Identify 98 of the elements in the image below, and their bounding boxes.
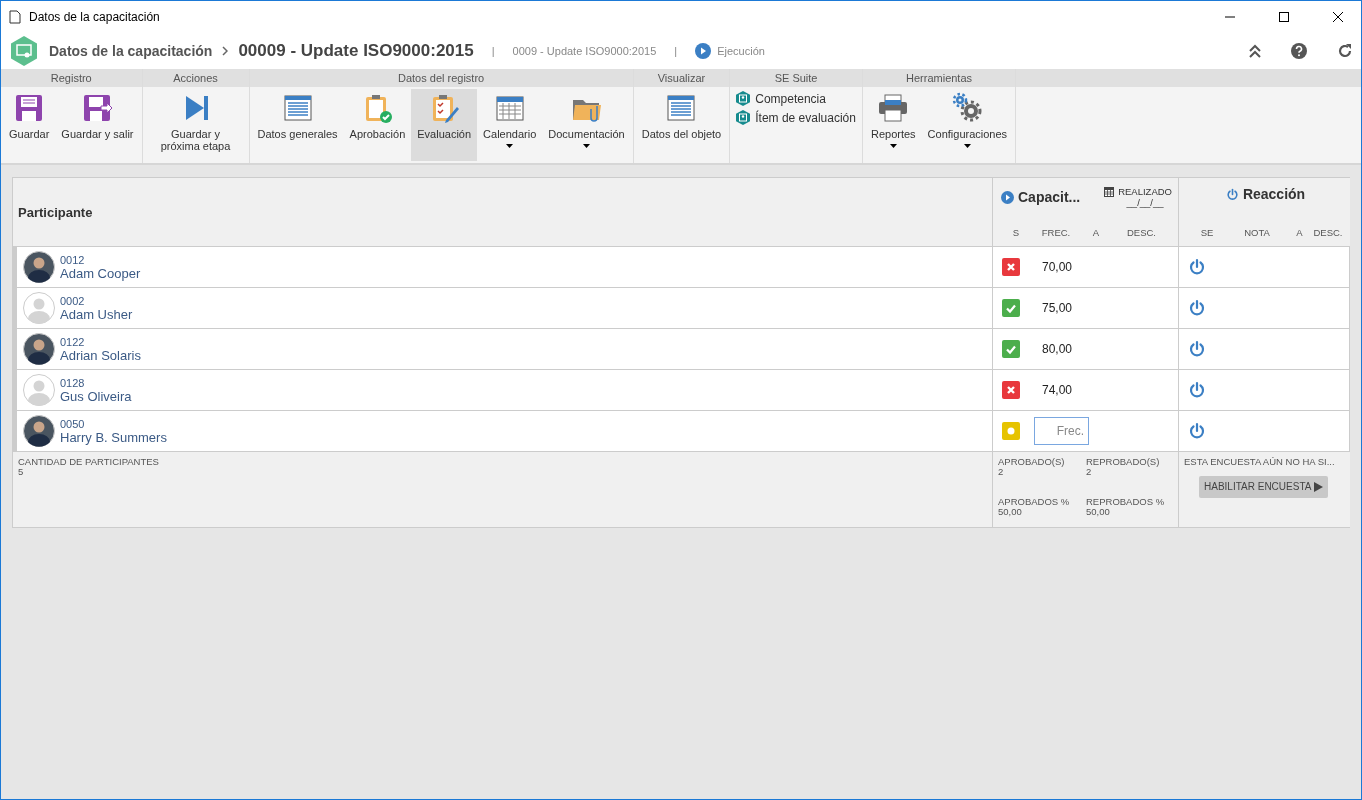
- stat-label: APROBADOS %: [998, 497, 1071, 507]
- collapse-icon[interactable]: [1249, 43, 1261, 58]
- group-heading: Datos del registro: [249, 69, 633, 87]
- group-heading: Acciones: [142, 69, 249, 87]
- frequency-value: 74,00: [1040, 383, 1073, 397]
- column-heading: A: [1295, 227, 1304, 238]
- ribbon-link[interactable]: Ítem de evaluación: [736, 110, 856, 125]
- done-date: __/__/__: [1126, 197, 1164, 208]
- done-label: REALIZADO: [1118, 186, 1172, 197]
- group-heading: SE Suite: [730, 69, 862, 87]
- participant-code: 0122: [60, 335, 86, 348]
- power-icon[interactable]: [1188, 258, 1206, 276]
- ribbon-button[interactable]: Configuraciones: [921, 89, 1014, 161]
- stat-value: 50,00: [1086, 507, 1111, 517]
- maximize-icon: [1279, 11, 1289, 22]
- ribbon-button[interactable]: Evaluación: [411, 89, 478, 161]
- column-heading: A: [1091, 227, 1101, 238]
- play-icon: [695, 42, 712, 59]
- enable-survey-button[interactable]: HABILITAR ENCUESTA: [1199, 476, 1329, 498]
- badge-icon: [736, 91, 751, 106]
- group-heading: Herramientas: [862, 69, 1016, 87]
- stat-value: 2: [1086, 467, 1092, 477]
- stat-label: REPROBADOS %: [1086, 497, 1166, 507]
- breadcrumb-link[interactable]: Datos de la capacitación: [49, 42, 213, 59]
- participant-code: 0128: [60, 376, 86, 389]
- cross-icon: [1002, 381, 1020, 399]
- ribbon-button[interactable]: Datos generales: [251, 89, 344, 161]
- frequency-value: 80,00: [1040, 342, 1073, 356]
- column-heading: DESC.: [1125, 227, 1157, 238]
- participant-code: 0050: [60, 417, 86, 430]
- ribbon-button[interactable]: Aprobación: [343, 89, 412, 161]
- frequency-value: 70,00: [1040, 260, 1073, 274]
- refresh-icon[interactable]: [1337, 42, 1353, 59]
- cross-icon: [1002, 258, 1020, 276]
- stat-label: REPROBADO(S): [1086, 457, 1161, 467]
- ribbon-button[interactable]: Calendario: [477, 89, 543, 161]
- frequency-value: 75,00: [1040, 301, 1073, 315]
- ribbon-button[interactable]: Guardar y próxima etapa: [144, 89, 247, 161]
- divider-mark: |: [674, 44, 678, 57]
- participant-name: Adam Usher: [60, 306, 133, 322]
- survey-notice: ESTA ENCUESTA AÚN NO HA SI...: [1184, 457, 1336, 467]
- power-icon[interactable]: [1188, 299, 1206, 317]
- badge-icon: [736, 110, 751, 125]
- ribbon-button[interactable]: Guardar y salir: [55, 89, 140, 161]
- column-heading: S: [1011, 227, 1021, 238]
- play-icon: [1314, 482, 1324, 492]
- participant-code: 0012: [60, 253, 86, 266]
- power-icon[interactable]: [1225, 187, 1239, 201]
- ribbon-button[interactable]: Guardar: [3, 89, 56, 161]
- status-text: Ejecución: [717, 44, 765, 57]
- ribbon-button[interactable]: Datos del objeto: [635, 89, 728, 161]
- ribbon-button[interactable]: Reportes: [864, 89, 922, 161]
- caret-icon: [583, 144, 590, 148]
- column-heading: Participante: [18, 204, 93, 220]
- check-icon: [1002, 340, 1020, 358]
- column-heading: FREC.: [1040, 227, 1072, 238]
- frequency-field[interactable]: Frec.: [1034, 417, 1089, 445]
- caret-icon: [963, 144, 971, 148]
- caret-icon: [889, 144, 897, 148]
- participant-code: 0002: [60, 294, 86, 307]
- section-title: Capacit...: [1018, 189, 1081, 205]
- ribbon-icon: [665, 92, 698, 124]
- column-heading: DESC.: [1312, 227, 1344, 238]
- power-icon[interactable]: [1188, 422, 1206, 440]
- record-subtitle: 0009 - Update ISO9000:2015: [512, 44, 657, 57]
- column-heading: SE: [1199, 227, 1215, 238]
- divider-mark: |: [491, 44, 495, 57]
- ribbon-icon: [281, 92, 314, 124]
- power-icon[interactable]: [1188, 381, 1206, 399]
- group-heading: Registro: [1, 69, 142, 87]
- count-value: 5: [18, 467, 25, 477]
- help-icon[interactable]: [1291, 42, 1307, 59]
- stat-value: 2: [998, 467, 1004, 477]
- participant-name: Adam Cooper: [60, 265, 141, 281]
- group-heading: Visualizar: [633, 69, 730, 87]
- participant-name: Adrian Solaris: [60, 347, 141, 363]
- stat-value: 50,00: [998, 507, 1023, 517]
- ribbon-link[interactable]: Competencia: [736, 91, 856, 106]
- ribbon-icon: [877, 92, 910, 124]
- ribbon-icon: [951, 92, 984, 124]
- check-icon: [1002, 299, 1020, 317]
- stat-label: APROBADO(S): [998, 457, 1066, 467]
- caret-icon: [506, 144, 514, 148]
- ribbon-icon: [81, 92, 114, 124]
- section-title: Reacción: [1242, 186, 1306, 202]
- document-icon: [9, 9, 21, 24]
- record-title: 00009 - Update ISO9000:2015: [238, 40, 474, 61]
- column-heading: NOTA: [1243, 227, 1271, 238]
- power-icon[interactable]: [1188, 340, 1206, 358]
- participant-name: Harry B. Summers: [60, 429, 167, 445]
- ribbon-button[interactable]: Documentación: [542, 89, 631, 161]
- close-icon: [1333, 11, 1343, 22]
- calendar-icon: [1104, 186, 1115, 197]
- count-label: CANTIDAD DE PARTICIPANTES: [18, 457, 160, 467]
- play-icon: [1001, 190, 1014, 204]
- participant-name: Gus Oliveira: [60, 388, 132, 404]
- window-title: Datos de la capacitación: [29, 9, 161, 24]
- chevron-icon: [222, 45, 229, 56]
